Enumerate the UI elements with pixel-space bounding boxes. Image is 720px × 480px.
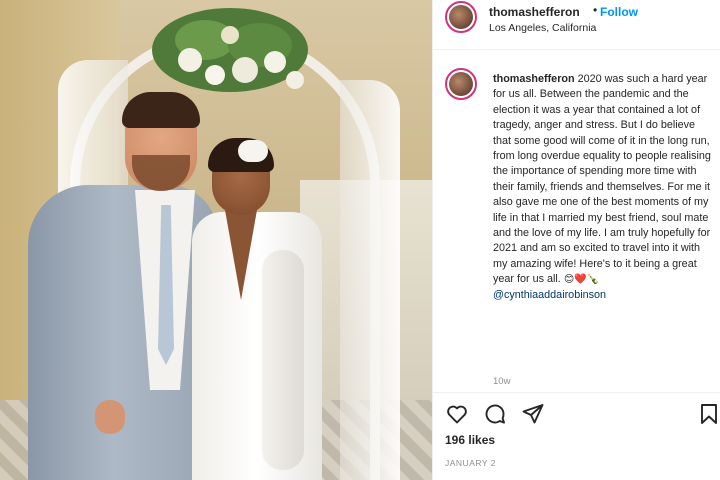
- avatar[interactable]: [445, 1, 477, 33]
- caption-text: thomashefferon 2020 was such a hard year…: [493, 72, 715, 303]
- time-ago: 10w: [493, 376, 511, 387]
- heart-icon[interactable]: [445, 402, 469, 426]
- comment-icon[interactable]: [483, 402, 507, 426]
- likes-count[interactable]: 196 likes: [445, 433, 495, 447]
- groom-hair: [122, 92, 200, 128]
- post-side-panel: thomashefferon • Follow Los Angeles, Cal…: [432, 0, 720, 480]
- caption-body-text: 2020 was such a hard year for us all. Be…: [493, 73, 711, 286]
- location-link[interactable]: Los Angeles, California: [489, 22, 596, 34]
- caption-emojis: 😊❤️🍾: [563, 274, 600, 286]
- groom-hand: [95, 400, 125, 434]
- divider: [433, 392, 720, 393]
- bride-headpiece: [238, 140, 268, 162]
- follow-button[interactable]: Follow: [600, 5, 638, 19]
- bookmark-icon[interactable]: [697, 402, 720, 426]
- caption-mention[interactable]: @cynthiaaddairobinson: [493, 289, 606, 301]
- post-photo[interactable]: [0, 0, 432, 480]
- caption-avatar[interactable]: [445, 68, 477, 100]
- separator-dot: •: [593, 3, 598, 17]
- header-username[interactable]: thomashefferon: [489, 5, 580, 19]
- drape-right: [340, 80, 400, 480]
- paper-plane-icon[interactable]: [521, 402, 545, 426]
- post-date: JANUARY 2: [445, 458, 496, 468]
- instagram-post: thomashefferon • Follow Los Angeles, Cal…: [0, 0, 720, 480]
- bride-sleeve: [262, 250, 304, 470]
- post-header: thomashefferon • Follow Los Angeles, Cal…: [433, 0, 720, 50]
- caption-username[interactable]: thomashefferon: [493, 73, 575, 85]
